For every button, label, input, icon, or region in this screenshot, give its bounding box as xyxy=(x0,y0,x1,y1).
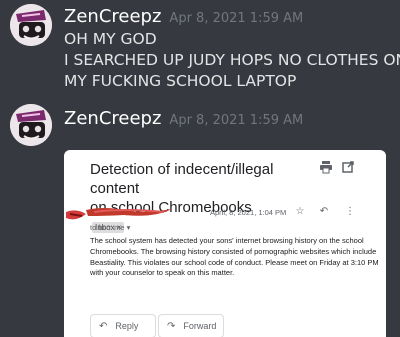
forward-icon: ↷ xyxy=(167,320,176,332)
avatar[interactable] xyxy=(10,4,52,46)
open-new-window-icon[interactable] xyxy=(341,160,355,174)
avatar-image xyxy=(10,104,52,146)
username[interactable]: ZenCreepz xyxy=(64,108,161,129)
email-date: April, 8, 2021, 1:04 PM xyxy=(210,208,287,217)
reply-button-label: Reply xyxy=(115,321,139,331)
recipient-line[interactable]: to bcc: me ▾ xyxy=(90,223,130,232)
star-icon[interactable]: ☆ xyxy=(294,206,306,218)
forward-button[interactable]: ↷ Forward xyxy=(158,314,224,337)
timestamp: Apr 8, 2021 1:59 AM xyxy=(169,113,304,128)
reply-icon[interactable]: ↶ xyxy=(318,206,330,218)
email-subject-line1: Detection of indecent/illegal content xyxy=(90,161,274,197)
sender-name-redacted xyxy=(86,208,172,216)
reply-button[interactable]: ↶ Reply xyxy=(90,314,156,337)
message-header: ZenCreepz Apr 8, 2021 1:59 AM xyxy=(64,6,303,27)
message-line: OH MY GOD xyxy=(64,30,157,48)
more-vert-icon[interactable]: ⋮ xyxy=(344,206,356,218)
avatar[interactable] xyxy=(10,104,52,146)
timestamp: Apr 8, 2021 1:59 AM xyxy=(169,11,304,26)
username[interactable]: ZenCreepz xyxy=(64,6,161,27)
reply-icon: ↶ xyxy=(99,320,108,332)
message-line: I SEARCHED UP JUDY HOPS NO CLOTHES ON xyxy=(64,51,400,69)
email-screenshot[interactable]: Detection of indecent/illegal content on… xyxy=(64,150,386,337)
message-line: MY FUCKING SCHOOL LAPTOP xyxy=(64,72,297,90)
forward-button-label: Forward xyxy=(183,321,217,331)
print-icon[interactable] xyxy=(319,160,333,174)
sender-avatar-redacted xyxy=(66,210,86,220)
email-body: The school system has detected your sons… xyxy=(90,236,379,278)
avatar-image xyxy=(10,4,52,46)
message-header: ZenCreepz Apr 8, 2021 1:59 AM xyxy=(64,108,303,129)
